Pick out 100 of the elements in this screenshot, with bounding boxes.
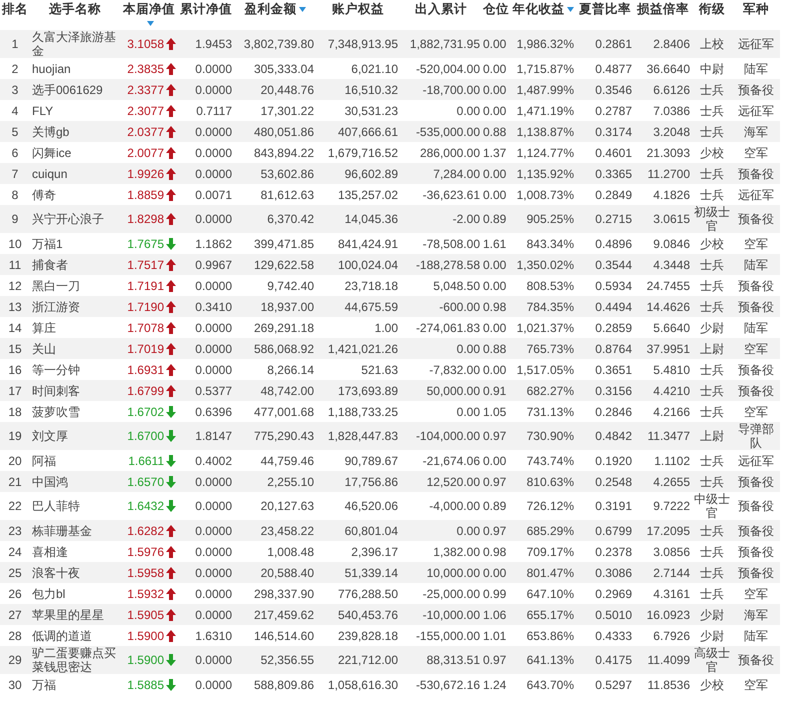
table-cell: 48,742.00: [234, 380, 316, 401]
table-cell: 0.4896: [576, 233, 634, 254]
table-cell: 17,756.86: [316, 471, 400, 492]
table-cell: 21.3093: [634, 142, 692, 163]
table-cell: 18: [0, 401, 30, 422]
table-cell: -2.00: [400, 205, 482, 233]
table-cell: 0.97: [482, 422, 510, 450]
table-cell: 25: [0, 562, 30, 583]
table-cell: 0.0000: [178, 58, 234, 79]
table-cell: 10,000.00: [400, 562, 482, 583]
table-cell: 预备役: [732, 646, 780, 674]
table-cell: 11.3477: [634, 422, 692, 450]
table-cell: 0.89: [482, 492, 510, 520]
table-cell: 22: [0, 492, 30, 520]
table-cell: 0.2846: [576, 401, 634, 422]
table-cell: 0.9967: [178, 254, 234, 275]
table-cell: 13: [0, 296, 30, 317]
table-cell: 2.0077: [127, 146, 164, 160]
table-cell: 士兵: [692, 450, 732, 471]
table-cell: 0.0000: [178, 338, 234, 359]
table-cell: 士兵: [692, 583, 732, 604]
table-cell: 0.0000: [178, 583, 234, 604]
table-cell: 0.0000: [178, 163, 234, 184]
table-cell: 17: [0, 380, 30, 401]
table-cell: 29: [0, 646, 30, 674]
player-name: 傅奇: [30, 184, 120, 205]
table-cell: 1.9926: [127, 166, 164, 180]
table-cell: 0.4175: [576, 646, 634, 674]
table-cell: 24.7455: [634, 275, 692, 296]
column-header[interactable]: 本届净值: [123, 2, 175, 16]
table-cell: 643.70%: [510, 674, 576, 695]
table-cell: 1,188,733.25: [316, 401, 400, 422]
player-name: 中国鸿: [30, 471, 120, 492]
table-cell: 士兵: [692, 520, 732, 541]
table-cell: -530,672.16: [400, 674, 482, 695]
table-cell: 1,124.77%: [510, 142, 576, 163]
table-cell: 1.7078: [127, 320, 164, 334]
table-cell: 27: [0, 604, 30, 625]
table-cell: 1.61: [482, 233, 510, 254]
table-cell: 305,333.04: [234, 58, 316, 79]
player-name: 等一分钟: [30, 359, 120, 380]
player-name: 苹果里的星星: [30, 604, 120, 625]
table-cell: 129,622.58: [234, 254, 316, 275]
table-cell: 0.97: [482, 471, 510, 492]
table-cell: 0.00: [482, 30, 510, 58]
column-header: 排名: [2, 2, 28, 16]
sort-icon[interactable]: [298, 7, 306, 12]
table-cell: 0.99: [482, 583, 510, 604]
table-cell: 5: [0, 121, 30, 142]
table-cell: 预备役: [732, 275, 780, 296]
table-cell: 0.2969: [576, 583, 634, 604]
table-cell: 1,382.00: [400, 541, 482, 562]
table-cell: 8: [0, 184, 30, 205]
table-cell: 1.6310: [178, 625, 234, 646]
table-cell: -274,061.83: [400, 317, 482, 338]
table-cell: 3.1058: [127, 37, 164, 51]
player-name: 阿福: [30, 450, 120, 471]
table-cell: 765.73%: [510, 338, 576, 359]
table-cell: 士兵: [692, 562, 732, 583]
table-cell: 44,759.46: [234, 450, 316, 471]
sort-icon[interactable]: [146, 21, 154, 26]
table-cell: 0.00: [482, 275, 510, 296]
table-cell: 30: [0, 674, 30, 695]
column-header: 衔级: [699, 2, 725, 16]
table-cell: 士兵: [692, 254, 732, 275]
table-cell: 0.3191: [576, 492, 634, 520]
table-cell: 0.00: [400, 401, 482, 422]
table-cell: 海军: [732, 121, 780, 142]
table-cell: 10: [0, 233, 30, 254]
table-cell: 1.6799: [127, 384, 164, 398]
table-cell: 预备役: [732, 562, 780, 583]
table-cell: 0.4494: [576, 296, 634, 317]
table-cell: 4.2655: [634, 471, 692, 492]
table-cell: 0.4601: [576, 142, 634, 163]
table-cell: 上校: [692, 30, 732, 58]
table-cell: 88,313.51: [400, 646, 482, 674]
table-cell: -36,623.61: [400, 184, 482, 205]
sort-icon[interactable]: [566, 7, 574, 12]
player-name: cuiqun: [30, 163, 120, 184]
table-cell: -155,000.00: [400, 625, 482, 646]
column-header[interactable]: 盈利金额: [244, 2, 296, 16]
table-cell: 0.00: [482, 317, 510, 338]
table-cell: 0.98: [482, 541, 510, 562]
table-cell: 810.63%: [510, 471, 576, 492]
table-cell: -18,700.00: [400, 79, 482, 100]
table-cell: 少校: [692, 233, 732, 254]
table-cell: 905.25%: [510, 205, 576, 233]
table-cell: 0.0000: [178, 562, 234, 583]
table-cell: 0.0000: [178, 541, 234, 562]
table-cell: 0.89: [482, 205, 510, 233]
player-name: 捕食者: [30, 254, 120, 275]
table-cell: 2,255.10: [234, 471, 316, 492]
player-name: 时间刺客: [30, 380, 120, 401]
table-cell: 空军: [732, 401, 780, 422]
table-cell: 士兵: [692, 380, 732, 401]
table-cell: 0.5010: [576, 604, 634, 625]
table-cell: 46,520.06: [316, 492, 400, 520]
column-header[interactable]: 年化收益: [512, 2, 564, 16]
table-cell: 1.05: [482, 401, 510, 422]
table-cell: 上尉: [692, 422, 732, 450]
